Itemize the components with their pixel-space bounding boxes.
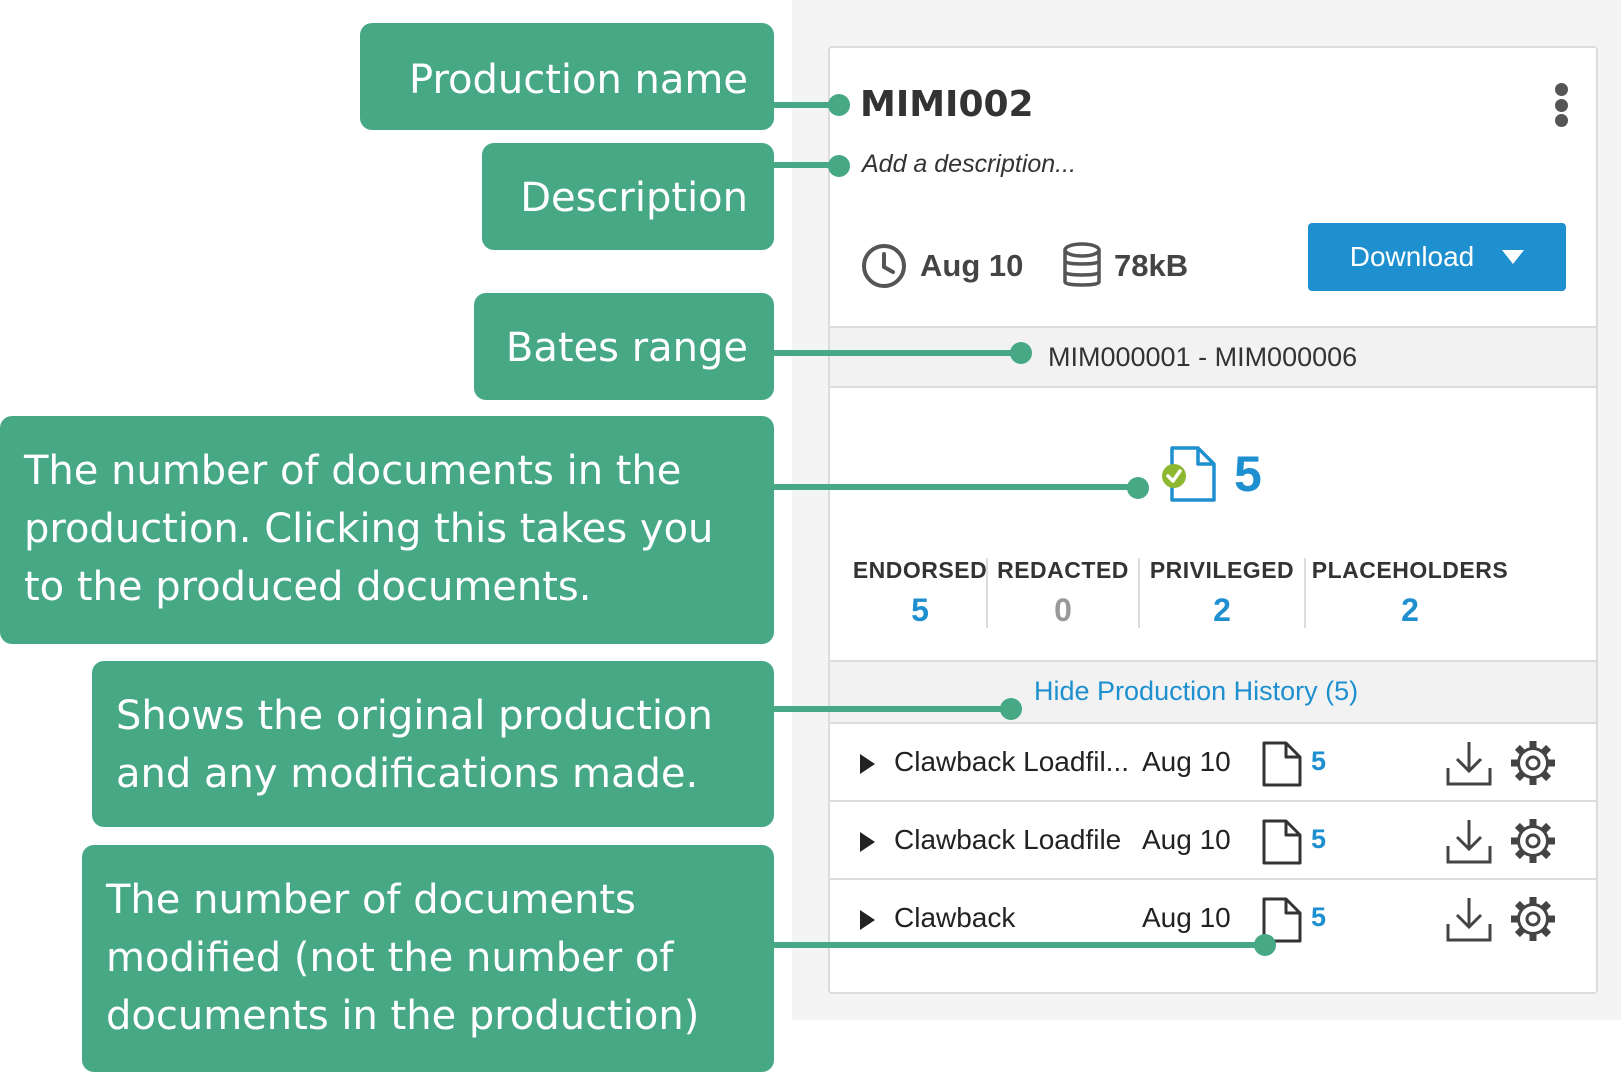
size-meta: 78kB [1062, 242, 1188, 290]
download-button-label: Download [1349, 241, 1475, 272]
document-count: 5 [1234, 446, 1262, 502]
stat-value: 0 [1054, 592, 1072, 628]
history-date: Aug 10 [1142, 824, 1231, 855]
callout-text: Description [520, 175, 748, 221]
bates-range: MIM000001 - MIM000006 [1048, 341, 1358, 372]
callout-dot [828, 94, 850, 116]
history-doc-count[interactable]: 5 [1311, 902, 1326, 933]
description-field[interactable]: Add a description... [862, 150, 1076, 179]
hide-history-link[interactable]: Hide Production History (5) [1034, 676, 1358, 707]
callout-production-history: Shows the original production and any mo… [92, 661, 774, 827]
callout-text: The number of documents in the [24, 448, 682, 494]
history-toggle-bar: Hide Production History (5) [830, 660, 1596, 724]
callout-text: documents in the production) [106, 993, 700, 1039]
stat-redacted[interactable]: REDACTED 0 [988, 557, 1138, 628]
date-meta: Aug 10 [860, 242, 1023, 290]
stat-label: PRIVILEGED [1149, 557, 1295, 583]
database-icon [1063, 242, 1101, 287]
callout-text: The number of documents [106, 877, 636, 923]
stat-privileged[interactable]: PRIVILEGED 2 [1140, 557, 1304, 628]
callout-text: Shows the original production [116, 693, 713, 739]
callout-text: production. Clicking this takes you [24, 506, 714, 552]
callout-text: modified (not the number of [106, 935, 674, 981]
expand-triangle-icon[interactable] [860, 754, 875, 774]
callout-production-name: Production name [360, 23, 774, 130]
gear-icon[interactable] [1508, 738, 1558, 788]
callout-connector [772, 706, 1012, 712]
download-icon[interactable] [1444, 738, 1494, 788]
callout-bates-range: Bates range [474, 293, 774, 400]
history-doc-count[interactable]: 5 [1311, 746, 1326, 777]
stat-label: ENDORSED [852, 557, 988, 583]
callout-connector [772, 484, 1142, 490]
file-check-icon [1162, 446, 1216, 502]
callout-text: Production name [409, 57, 748, 103]
expand-triangle-icon[interactable] [860, 910, 875, 930]
callout-document-count: The number of documents in the productio… [0, 416, 774, 644]
kebab-menu-icon[interactable] [1554, 83, 1568, 127]
callout-connector [772, 942, 1262, 948]
history-name: Clawback Loadfile [894, 824, 1122, 855]
production-title[interactable]: MIMI002 [860, 84, 1034, 125]
callout-text: to the produced documents. [24, 564, 592, 610]
callout-dot [1000, 698, 1022, 720]
callout-modified-count: The number of documents modified (not th… [82, 845, 774, 1072]
history-date: Aug 10 [1142, 902, 1231, 933]
callout-dot [1254, 934, 1276, 956]
gear-icon[interactable] [1508, 816, 1558, 866]
stats-row: ENDORSED 5 REDACTED 0 PRIVILEGED 2 PLACE… [852, 557, 1574, 628]
history-doc-count[interactable]: 5 [1311, 824, 1326, 855]
history-name: Clawback Loadfil... [894, 746, 1130, 777]
history-name: Clawback [894, 902, 1016, 933]
callout-connector [772, 350, 1026, 356]
file-icon [1262, 819, 1302, 865]
production-card: MIMI002 Add a description... Aug 10 78kB… [828, 46, 1598, 994]
caret-down-icon [1502, 250, 1525, 264]
download-icon[interactable] [1444, 894, 1494, 944]
document-count-link[interactable]: 5 [1162, 444, 1262, 504]
stat-placeholders[interactable]: PLACEHOLDERS 2 [1306, 557, 1514, 628]
stat-value: 2 [1213, 592, 1231, 628]
stat-label: REDACTED [997, 557, 1129, 583]
download-button[interactable]: Download [1308, 223, 1566, 291]
history-row: Clawback Loadfile Aug 10 5 [830, 802, 1596, 880]
history-row: Clawback Loadfil... Aug 10 5 [830, 724, 1596, 802]
clock-icon [862, 244, 906, 288]
bates-range-bar: MIM000001 - MIM000006 [830, 326, 1596, 388]
callout-text: Bates range [505, 325, 748, 371]
callout-text: and any modifications made. [116, 751, 699, 797]
stat-label: PLACEHOLDERS [1311, 557, 1509, 583]
callout-dot [828, 155, 850, 177]
expand-triangle-icon[interactable] [860, 832, 875, 852]
callout-dot [1127, 477, 1149, 499]
production-size: 78kB [1114, 248, 1189, 283]
download-icon[interactable] [1444, 816, 1494, 866]
stat-value: 5 [911, 592, 929, 628]
file-icon [1262, 741, 1302, 787]
history-date: Aug 10 [1142, 746, 1231, 777]
production-date: Aug 10 [920, 248, 1024, 283]
stat-value: 2 [1401, 592, 1419, 628]
callout-dot [1010, 342, 1032, 364]
callout-description: Description [482, 143, 774, 250]
gear-icon[interactable] [1508, 894, 1558, 944]
stat-endorsed[interactable]: ENDORSED 5 [852, 557, 988, 628]
